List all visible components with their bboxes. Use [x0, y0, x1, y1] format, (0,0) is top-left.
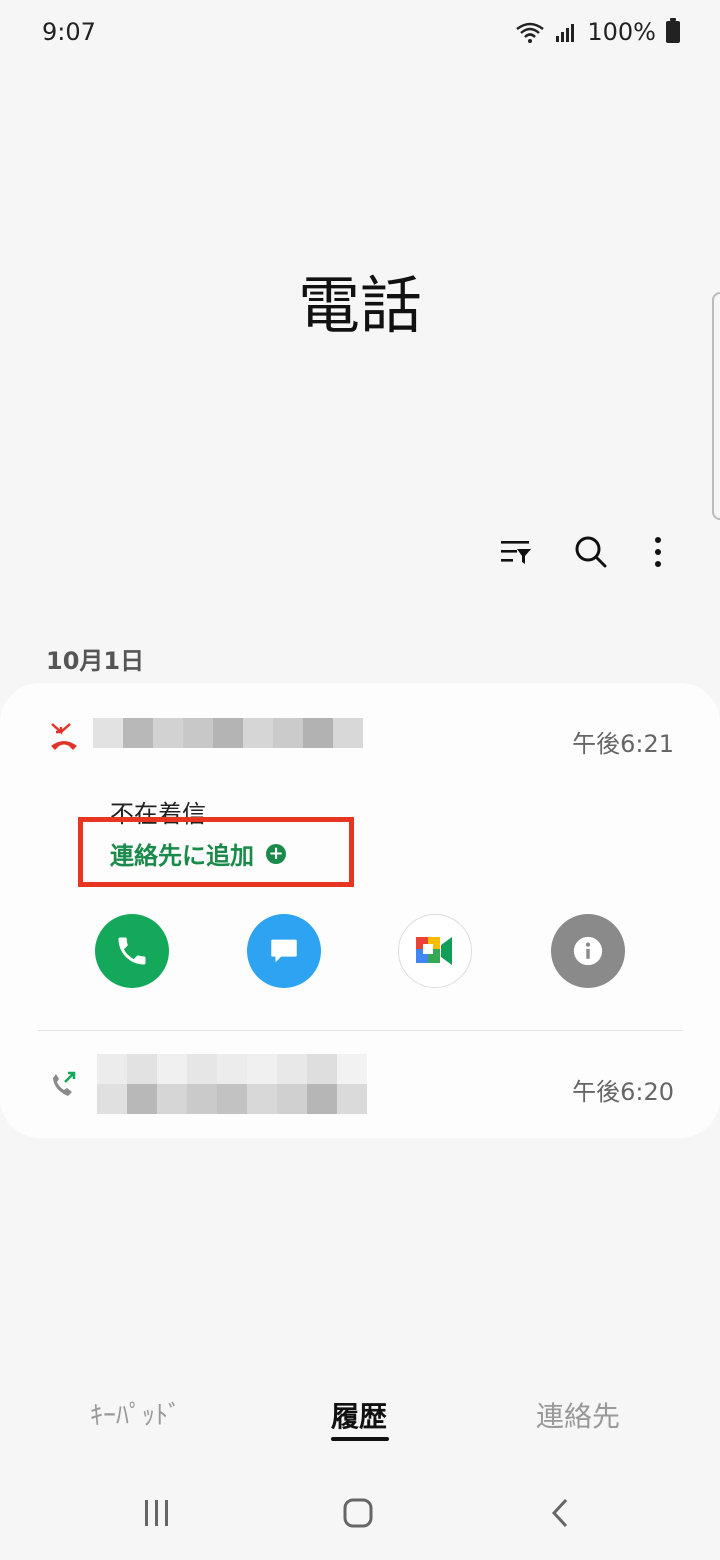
- tab-selected-indicator: [331, 1437, 389, 1441]
- tab-contacts[interactable]: 連絡先: [536, 1395, 620, 1435]
- tab-recents[interactable]: 履歴: [331, 1395, 387, 1435]
- home-icon: [343, 1498, 373, 1528]
- filter-button[interactable]: [488, 524, 544, 580]
- add-to-contacts-label: 連絡先に追加: [110, 842, 254, 870]
- call-entry-outgoing[interactable]: 午後6:20: [0, 1040, 720, 1130]
- recent-apps-icon: [145, 1500, 168, 1526]
- search-icon: [575, 536, 607, 568]
- call-button[interactable]: [95, 914, 169, 988]
- add-circle-icon: +: [266, 843, 286, 864]
- back-button[interactable]: [530, 1488, 590, 1538]
- recent-apps-button[interactable]: [127, 1488, 187, 1538]
- edge-panel-handle[interactable]: [712, 292, 720, 520]
- info-icon: [573, 936, 603, 966]
- outgoing-call-icon: [53, 1071, 76, 1096]
- filter-icon: [501, 541, 531, 564]
- details-button[interactable]: [551, 914, 625, 988]
- status-time: 9:07: [42, 18, 96, 46]
- search-button[interactable]: [563, 524, 619, 580]
- contact-name-redacted: [97, 1054, 367, 1114]
- signal-icon: [556, 24, 575, 42]
- page-title: 電話: [297, 269, 422, 342]
- row-divider: [38, 1030, 683, 1031]
- battery-icon: [666, 18, 680, 43]
- more-vertical-icon: [655, 537, 661, 567]
- call-time: 午後6:21: [572, 730, 674, 758]
- call-time: 午後6:20: [572, 1078, 674, 1106]
- wifi-icon: [516, 22, 545, 43]
- tab-keypad[interactable]: ｷｰﾊﾟｯﾄﾞ: [90, 1395, 181, 1432]
- video-call-icon: [416, 937, 452, 965]
- date-header: 10月1日: [46, 647, 145, 675]
- more-options-button[interactable]: [630, 524, 686, 580]
- missed-call-icon: [51, 723, 77, 750]
- message-button[interactable]: [247, 914, 321, 988]
- battery-percent: 100%: [587, 18, 656, 46]
- status-icons: 100%: [515, 18, 680, 46]
- home-button[interactable]: [328, 1488, 388, 1538]
- call-entry-missed[interactable]: 午後6:21: [0, 700, 720, 780]
- add-to-contacts-link[interactable]: 連絡先に追加 +: [110, 836, 286, 871]
- phone-icon: [118, 937, 146, 965]
- back-icon: [551, 1498, 568, 1528]
- contact-name-redacted: [93, 718, 363, 748]
- video-call-button[interactable]: [398, 914, 472, 988]
- message-icon: [271, 939, 297, 963]
